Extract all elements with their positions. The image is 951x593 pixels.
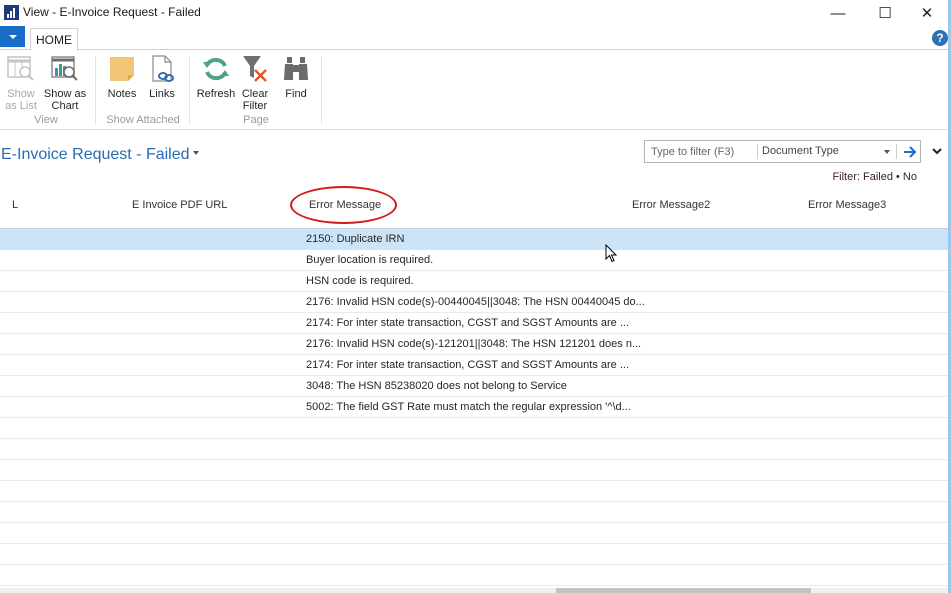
help-icon[interactable]: ?: [932, 30, 948, 46]
chevron-down-icon[interactable]: [884, 150, 890, 154]
links-icon: [147, 54, 177, 84]
expand-filter-pane-button[interactable]: [930, 144, 944, 158]
table-row[interactable]: 3048: The HSN 85238020 does not belong t…: [0, 376, 948, 397]
table-row[interactable]: [0, 523, 948, 544]
column-header-error-message3[interactable]: Error Message3: [808, 199, 886, 211]
tab-home[interactable]: HOME: [30, 28, 78, 51]
group-label-page: Page: [243, 114, 269, 126]
error-message-cell: 2150: Duplicate IRN: [306, 233, 405, 245]
table-row[interactable]: [0, 439, 948, 460]
group-label-show-attached: Show Attached: [106, 114, 180, 126]
filter-separator: [896, 144, 897, 159]
clear-filter-button[interactable]: Clear Filter: [238, 54, 272, 112]
filter-field-select[interactable]: Document Type: [762, 141, 894, 162]
find-button[interactable]: Find: [280, 54, 312, 100]
column-header-e-invoice-pdf-url[interactable]: E Invoice PDF URL: [132, 199, 227, 211]
error-message-cell: 2174: For inter state transaction, CGST …: [306, 359, 630, 371]
ribbon-tabs: HOME ?: [0, 26, 951, 51]
table-row[interactable]: [0, 481, 948, 502]
ribbon-separator: [321, 56, 322, 124]
group-label-view: View: [34, 114, 58, 126]
error-message-cell: 5002: The field GST Rate must match the …: [306, 401, 631, 413]
mouse-cursor: [605, 243, 619, 267]
annotation-circle: [290, 186, 397, 224]
filter-separator: [757, 144, 758, 159]
table-row[interactable]: [0, 502, 948, 523]
table-row[interactable]: HSN code is required.: [0, 271, 948, 292]
refresh-button[interactable]: Refresh: [196, 54, 236, 100]
table-row[interactable]: 5002: The field GST Rate must match the …: [0, 397, 948, 418]
table-row[interactable]: [0, 460, 948, 481]
error-message-cell: Buyer location is required.: [306, 254, 434, 266]
table-row[interactable]: 2176: Invalid HSN code(s)-121201||3048: …: [0, 334, 948, 355]
window-title: View - E-Invoice Request - Failed: [23, 5, 201, 19]
column-header-error-message2[interactable]: Error Message2: [632, 199, 710, 211]
horizontal-scrollbar[interactable]: [0, 588, 948, 593]
error-message-cell: 2176: Invalid HSN code(s)-00440045||3048…: [306, 296, 645, 308]
page-title-dropdown-icon[interactable]: [193, 151, 199, 155]
table-row[interactable]: 2174: For inter state transaction, CGST …: [0, 355, 948, 376]
app-icon: [4, 5, 19, 20]
maximize-icon: ☐: [878, 5, 892, 22]
minimize-button[interactable]: —: [818, 0, 858, 26]
cursor-arrow-icon: [605, 243, 618, 263]
close-button[interactable]: ✕: [907, 0, 947, 26]
dropdown-arrow-icon: [8, 34, 17, 39]
application-menu-button[interactable]: [0, 26, 25, 47]
refresh-icon: [201, 54, 231, 84]
ribbon: Show as List Show as Chart View Notes Li…: [0, 50, 951, 130]
links-button[interactable]: Links: [146, 54, 178, 100]
filter-bar: Document Type: [644, 140, 921, 163]
ribbon-group-show-attached: Notes Links Show Attached: [98, 50, 188, 130]
arrow-right-icon: [904, 145, 917, 158]
minimize-icon: —: [830, 4, 846, 22]
table-row[interactable]: 2174: For inter state transaction, CGST …: [0, 313, 948, 334]
notes-button[interactable]: Notes: [106, 54, 138, 100]
notes-icon: [107, 54, 137, 84]
table-row[interactable]: [0, 418, 948, 439]
table-row[interactable]: 2150: Duplicate IRN: [0, 229, 948, 250]
apply-filter-button[interactable]: [899, 141, 921, 162]
filter-input[interactable]: [645, 141, 757, 162]
show-as-list-button[interactable]: Show as List: [4, 54, 38, 112]
table-row[interactable]: [0, 565, 948, 586]
table-row[interactable]: Buyer location is required.: [0, 250, 948, 271]
title-bar: View - E-Invoice Request - Failed — ☐ ✕: [0, 0, 951, 26]
error-message-cell: 3048: The HSN 85238020 does not belong t…: [306, 380, 567, 392]
show-as-chart-button[interactable]: Show as Chart: [42, 54, 88, 112]
maximize-button[interactable]: ☐: [865, 0, 905, 26]
ribbon-group-view: Show as List Show as Chart View: [0, 50, 92, 130]
chart-view-icon: [50, 54, 80, 84]
clear-filter-icon: [240, 54, 270, 84]
error-message-cell: HSN code is required.: [306, 275, 414, 287]
chevron-down-icon: [932, 147, 942, 154]
ribbon-group-page: Refresh Clear Filter Find Page: [192, 50, 320, 130]
page-title: E-Invoice Request - Failed: [1, 146, 190, 163]
ribbon-separator: [189, 56, 190, 124]
error-message-cell: 2176: Invalid HSN code(s)-121201||3048: …: [306, 338, 642, 350]
ribbon-separator: [95, 56, 96, 124]
column-header-url[interactable]: L: [12, 199, 18, 211]
list-view-icon: [6, 54, 36, 84]
filter-status: Filter: Failed • No: [832, 171, 917, 183]
error-message-cell: 2174: For inter state transaction, CGST …: [306, 317, 630, 329]
table-row[interactable]: [0, 544, 948, 565]
scrollbar-thumb[interactable]: [556, 588, 811, 593]
grid-rows: 2150: Duplicate IRN Buyer location is re…: [0, 229, 948, 586]
binoculars-icon: [281, 54, 311, 84]
table-row[interactable]: 2176: Invalid HSN code(s)-00440045||3048…: [0, 292, 948, 313]
close-icon: ✕: [920, 5, 934, 22]
